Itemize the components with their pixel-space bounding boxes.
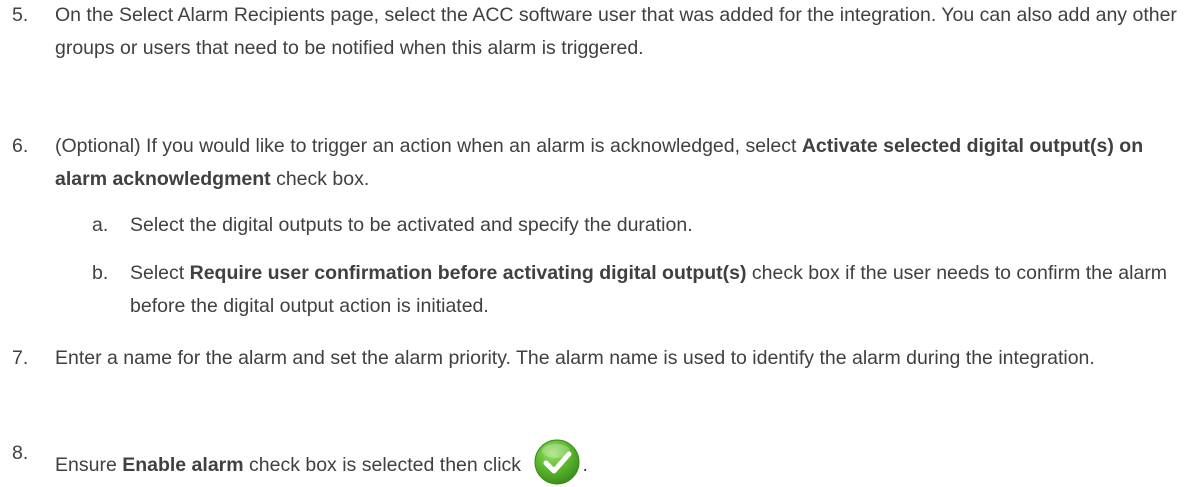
- step-number: 5.: [12, 4, 29, 26]
- step-text: Enter a name for the alarm and set the a…: [55, 347, 1095, 369]
- step-text-post: check box is selected then click: [243, 454, 527, 476]
- substep-text: Select the digital outputs to be activat…: [130, 214, 693, 236]
- step-text: Ensure Enable alarm check box is selecte…: [55, 437, 1185, 487]
- step-text: (Optional) If you would like to trigger …: [55, 130, 1185, 196]
- substep-letter: a.: [92, 214, 109, 236]
- ui-option-name: Require user confirmation before activat…: [189, 262, 747, 284]
- substep-text-pre: Select: [130, 262, 190, 284]
- step-text-post: check box.: [270, 168, 370, 190]
- step-text-pre: (Optional) If you would like to trigger …: [55, 135, 802, 157]
- step-text: On the Select Alarm Recipients page, sel…: [55, 4, 1177, 59]
- ok-checkmark-icon: [534, 439, 580, 485]
- step-number: 8.: [12, 442, 29, 464]
- step-number: 6.: [12, 135, 29, 157]
- substep-text: Select Require user confirmation before …: [130, 257, 1185, 323]
- step-text-end: .: [582, 454, 588, 476]
- step-text-pre: Ensure: [55, 454, 123, 476]
- step-number: 7.: [12, 347, 29, 369]
- ui-option-name: Enable alarm: [122, 454, 244, 476]
- substep-letter: b.: [92, 262, 109, 284]
